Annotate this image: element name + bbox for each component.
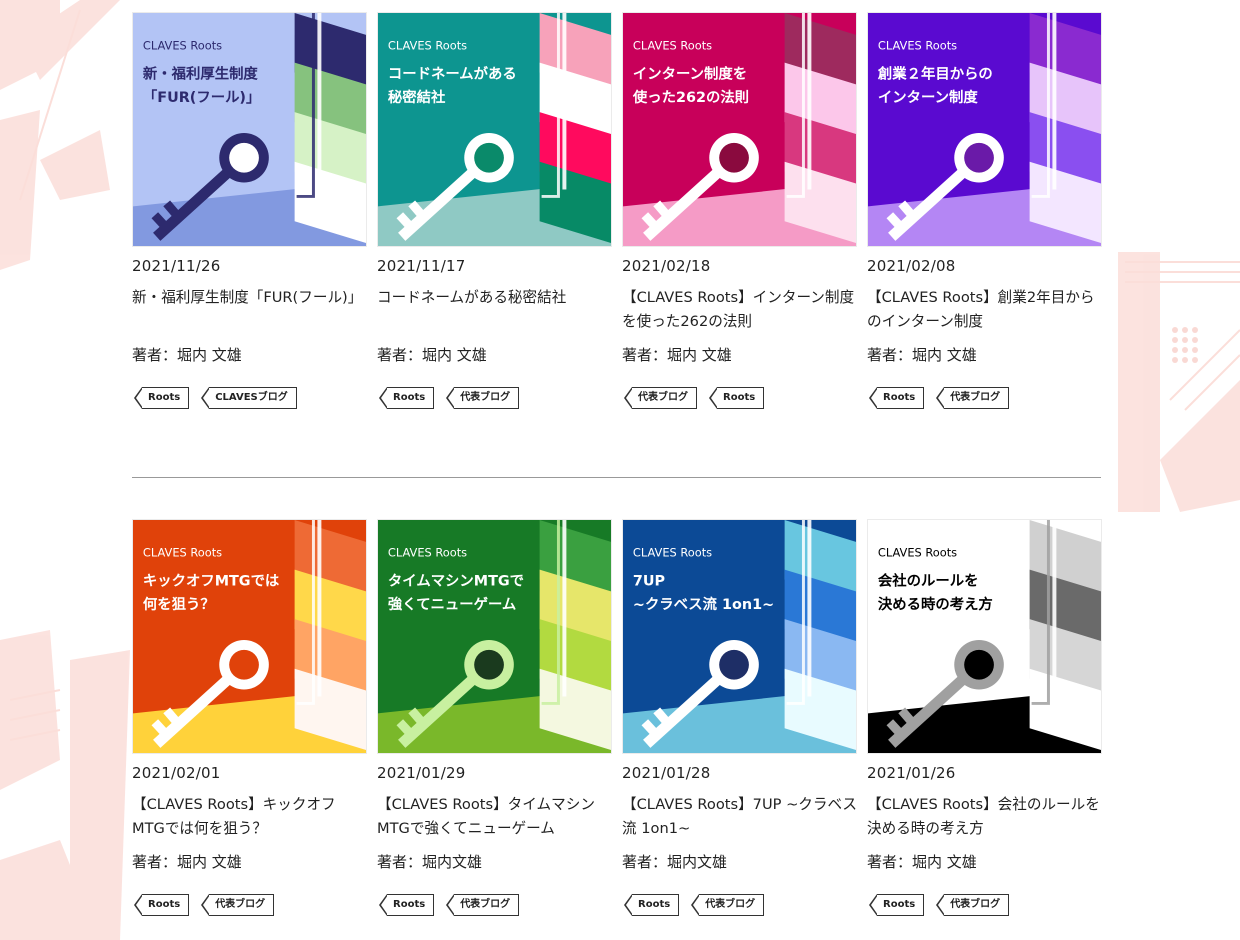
article-card[interactable]: CLAVES Roots タイムマシンMTGで 強くてニューゲーム 2021/01/2… — [377, 519, 612, 916]
thumbnail-title-line: 何を狙う？ — [143, 595, 215, 613]
article-tags: Roots 代表ブログ — [132, 894, 367, 916]
tag-link[interactable]: Roots — [133, 387, 190, 409]
tag-link[interactable]: Roots — [868, 894, 925, 916]
article-thumbnail[interactable]: CLAVES Roots 創業２年目からのインターン制度 — [867, 12, 1102, 247]
thumbnail-title-line: 7UP — [633, 573, 665, 589]
thumbnail-title-line: コードネームがある — [388, 64, 517, 82]
thumbnail-title-line: ~クラベス流 1on1~ — [633, 595, 774, 613]
tag-link[interactable]: 代表ブログ — [201, 894, 275, 916]
article-thumbnail[interactable]: CLAVES Roots インターン制度を使った262の法則 — [622, 12, 857, 247]
article-date: 2021/02/18 — [622, 257, 711, 275]
article-tags: Roots 代表ブログ — [622, 894, 857, 916]
article-tags: Roots 代表ブログ — [867, 894, 1102, 916]
article-thumbnail[interactable]: CLAVES Roots 会社のルールを決める時の考え方 — [867, 519, 1102, 754]
thumbnail-title-line: 会社のルールを — [878, 571, 979, 589]
article-card[interactable]: CLAVES Roots インターン制度を 使った262の法則 2021/02/18 【… — [622, 12, 857, 409]
article-tags: Roots 代表ブログ — [867, 387, 1102, 409]
thumbnail-brand: CLAVES Roots — [633, 546, 712, 560]
tag-link[interactable]: 代表ブログ — [624, 387, 697, 409]
article-title[interactable]: コードネームがある秘密結社 — [377, 286, 612, 334]
thumbnail-title-line: キックオフMTGでは — [143, 572, 279, 589]
thumbnail-title-line: 創業２年目からの — [878, 64, 993, 82]
article-card[interactable]: CLAVES Roots コードネームがある 秘密結社 2021/11/17 コードネー… — [377, 12, 612, 409]
thumbnail-title-line: インターン制度 — [878, 88, 978, 106]
article-thumbnail[interactable]: CLAVES Roots キックオフMTGでは何を狙う？ — [132, 519, 367, 754]
thumbnail-brand: CLAVES Roots — [388, 39, 467, 53]
article-author: 著者：堀内文雄 — [622, 853, 728, 871]
article-thumbnail[interactable]: CLAVES Roots 7UP ~クラベス流 1on1~ — [622, 519, 857, 754]
article-title[interactable]: 【CLAVES Roots】タイムマシンMTGで強くてニューゲーム — [377, 793, 612, 841]
thumbnail-brand: CLAVES Roots — [388, 546, 467, 560]
tag-link[interactable]: 代表ブログ — [446, 894, 520, 916]
article-author: 著者：堀内 文雄 — [132, 853, 242, 871]
thumbnail-brand: CLAVES Roots — [633, 39, 712, 53]
article-author: 著者：堀内文雄 — [377, 853, 483, 871]
article-title[interactable]: 新・福利厚生制度「FUR(フール)」 — [132, 286, 367, 334]
tag-link[interactable]: Roots — [868, 387, 925, 409]
thumbnail-title-line: 新・福利厚生制度 — [143, 64, 259, 82]
tag-link[interactable]: CLAVESブログ — [201, 387, 297, 409]
tag-link[interactable]: Roots — [378, 387, 435, 409]
thumbnail-brand: CLAVES Roots — [143, 39, 222, 53]
row-divider — [132, 477, 1101, 478]
article-author: 著者：堀内 文雄 — [132, 346, 242, 364]
article-thumbnail[interactable]: CLAVES Roots 新・福利厚生制度「FUR(フール)」 — [132, 12, 367, 247]
tag-link[interactable]: 代表ブログ — [691, 894, 765, 916]
article-thumbnail[interactable]: CLAVES Roots タイムマシンMTGで強くてニューゲーム — [377, 519, 612, 754]
article-date: 2021/01/29 — [377, 764, 466, 782]
article-title[interactable]: 【CLAVES Roots】創業2年目からのインターン制度 — [867, 286, 1102, 334]
thumbnail-title-line: 決める時の考え方 — [878, 595, 993, 613]
article-title[interactable]: 【CLAVES Roots】会社のルールを決める時の考え方 — [867, 793, 1102, 841]
article-tags: Roots 代表ブログ — [377, 387, 612, 409]
article-tags: Roots CLAVESブログ — [132, 387, 367, 409]
article-card[interactable]: CLAVES Roots 会社のルールを 決める時の考え方 2021/01/26 【CL… — [867, 519, 1102, 916]
article-author: 著者：堀内 文雄 — [377, 346, 487, 364]
article-date: 2021/01/26 — [867, 764, 956, 782]
article-title[interactable]: 【CLAVES Roots】7UP ~クラベス流 1on1~ — [622, 793, 857, 841]
article-tags: 代表ブログ Roots — [622, 387, 857, 409]
article-date: 2021/02/08 — [867, 257, 956, 275]
article-card[interactable]: CLAVES Roots キックオフMTGでは 何を狙う？ 2021/02/01 【CL… — [132, 519, 367, 916]
thumbnail-title-line: タイムマシンMTGで — [388, 572, 524, 589]
article-title[interactable]: 【CLAVES Roots】インターン制度を使った262の法則 — [622, 286, 857, 334]
article-card[interactable]: CLAVES Roots 新・福利厚生制度 「FUR(フール)」 2021/11/26… — [132, 12, 367, 409]
tag-link[interactable]: Roots — [378, 894, 435, 916]
thumbnail-title-line: 強くてニューゲーム — [388, 595, 516, 613]
article-date: 2021/01/28 — [622, 764, 711, 782]
thumbnail-brand: CLAVES Roots — [143, 546, 222, 560]
thumbnail-title-line: 使った262の法則 — [632, 88, 749, 106]
tag-link[interactable]: Roots — [708, 387, 765, 409]
thumbnail-title-line: 秘密結社 — [388, 88, 446, 106]
article-author: 著者：堀内 文雄 — [867, 853, 977, 871]
article-card[interactable]: CLAVES Roots 7UP ~クラベス流 1on1~ 2021/01/28 【CL… — [622, 519, 857, 916]
tag-link[interactable]: 代表ブログ — [936, 387, 1010, 409]
article-title[interactable]: 【CLAVES Roots】キックオフMTGでは何を狙う？ — [132, 793, 367, 841]
tag-link[interactable]: Roots — [623, 894, 680, 916]
article-thumbnail[interactable]: CLAVES Roots コードネームがある秘密結社 — [377, 12, 612, 247]
thumbnail-brand: CLAVES Roots — [878, 546, 957, 560]
article-author: 著者：堀内 文雄 — [622, 346, 732, 364]
article-date: 2021/11/17 — [377, 257, 466, 275]
tag-link[interactable]: 代表ブログ — [446, 387, 520, 409]
tag-link[interactable]: 代表ブログ — [936, 894, 1010, 916]
article-date: 2021/11/26 — [132, 257, 221, 275]
thumbnail-title-line: インターン制度を — [633, 64, 747, 82]
article-row-2: CLAVES Roots キックオフMTGでは 何を狙う？ 2021/02/01 【CL… — [132, 519, 1102, 916]
article-author: 著者：堀内 文雄 — [867, 346, 977, 364]
tag-link[interactable]: Roots — [133, 894, 190, 916]
article-date: 2021/02/01 — [132, 764, 221, 782]
thumbnail-title-line: 「FUR(フール)」 — [143, 88, 260, 106]
article-tags: Roots 代表ブログ — [377, 894, 612, 916]
thumbnail-brand: CLAVES Roots — [878, 39, 957, 53]
article-card[interactable]: CLAVES Roots 創業２年目からの インターン制度 2021/02/08 【CL… — [867, 12, 1102, 409]
article-row-1: CLAVES Roots 新・福利厚生制度 「FUR(フール)」 2021/11/26… — [132, 12, 1102, 409]
